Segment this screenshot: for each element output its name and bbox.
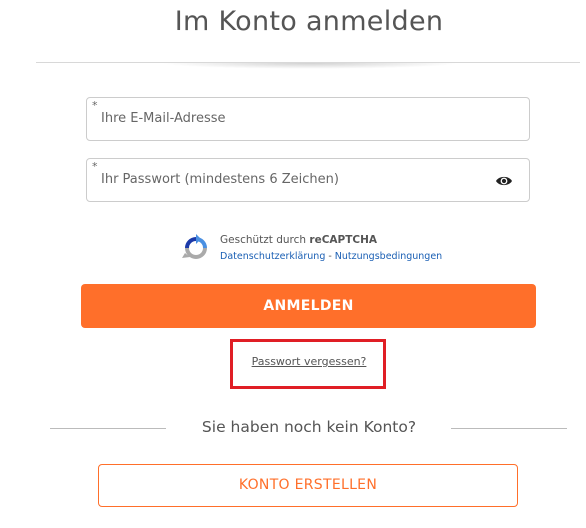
eye-icon[interactable]: [495, 173, 513, 187]
password-placeholder: Ihr Passwort (mindestens 6 Zeichen): [101, 172, 339, 187]
email-placeholder: Ihre E-Mail-Adresse: [101, 111, 226, 126]
recaptcha-brand: reCAPTCHA: [309, 234, 378, 246]
required-marker: *: [92, 160, 98, 173]
privacy-link[interactable]: Datenschutzerklärung: [220, 251, 325, 262]
email-field[interactable]: * Ihre E-Mail-Adresse: [86, 97, 530, 141]
recaptcha-protected-text: Geschützt durch reCAPTCHA: [220, 234, 377, 246]
link-separator: -: [328, 251, 332, 262]
title-divider-shadow: [160, 63, 460, 69]
recaptcha-prefix: Geschützt durch: [220, 234, 307, 246]
no-account-text: Sie haben noch kein Konto?: [201, 418, 417, 436]
recaptcha-links: Datenschutzerklärung - Nutzungsbedingungen: [220, 251, 442, 262]
page-title: Im Konto anmelden: [174, 6, 444, 37]
required-marker: *: [92, 99, 98, 112]
create-account-button[interactable]: KONTO ERSTELLEN: [98, 464, 518, 507]
recaptcha-badge: Geschützt durch reCAPTCHA Datenschutzerk…: [182, 232, 442, 266]
terms-link[interactable]: Nutzungsbedingungen: [335, 251, 442, 262]
password-field[interactable]: * Ihr Passwort (mindestens 6 Zeichen): [86, 158, 530, 202]
recaptcha-logo-icon: [182, 234, 210, 262]
forgot-password-link[interactable]: Passwort vergessen?: [0, 355, 586, 368]
login-button[interactable]: ANMELDEN: [81, 284, 536, 328]
